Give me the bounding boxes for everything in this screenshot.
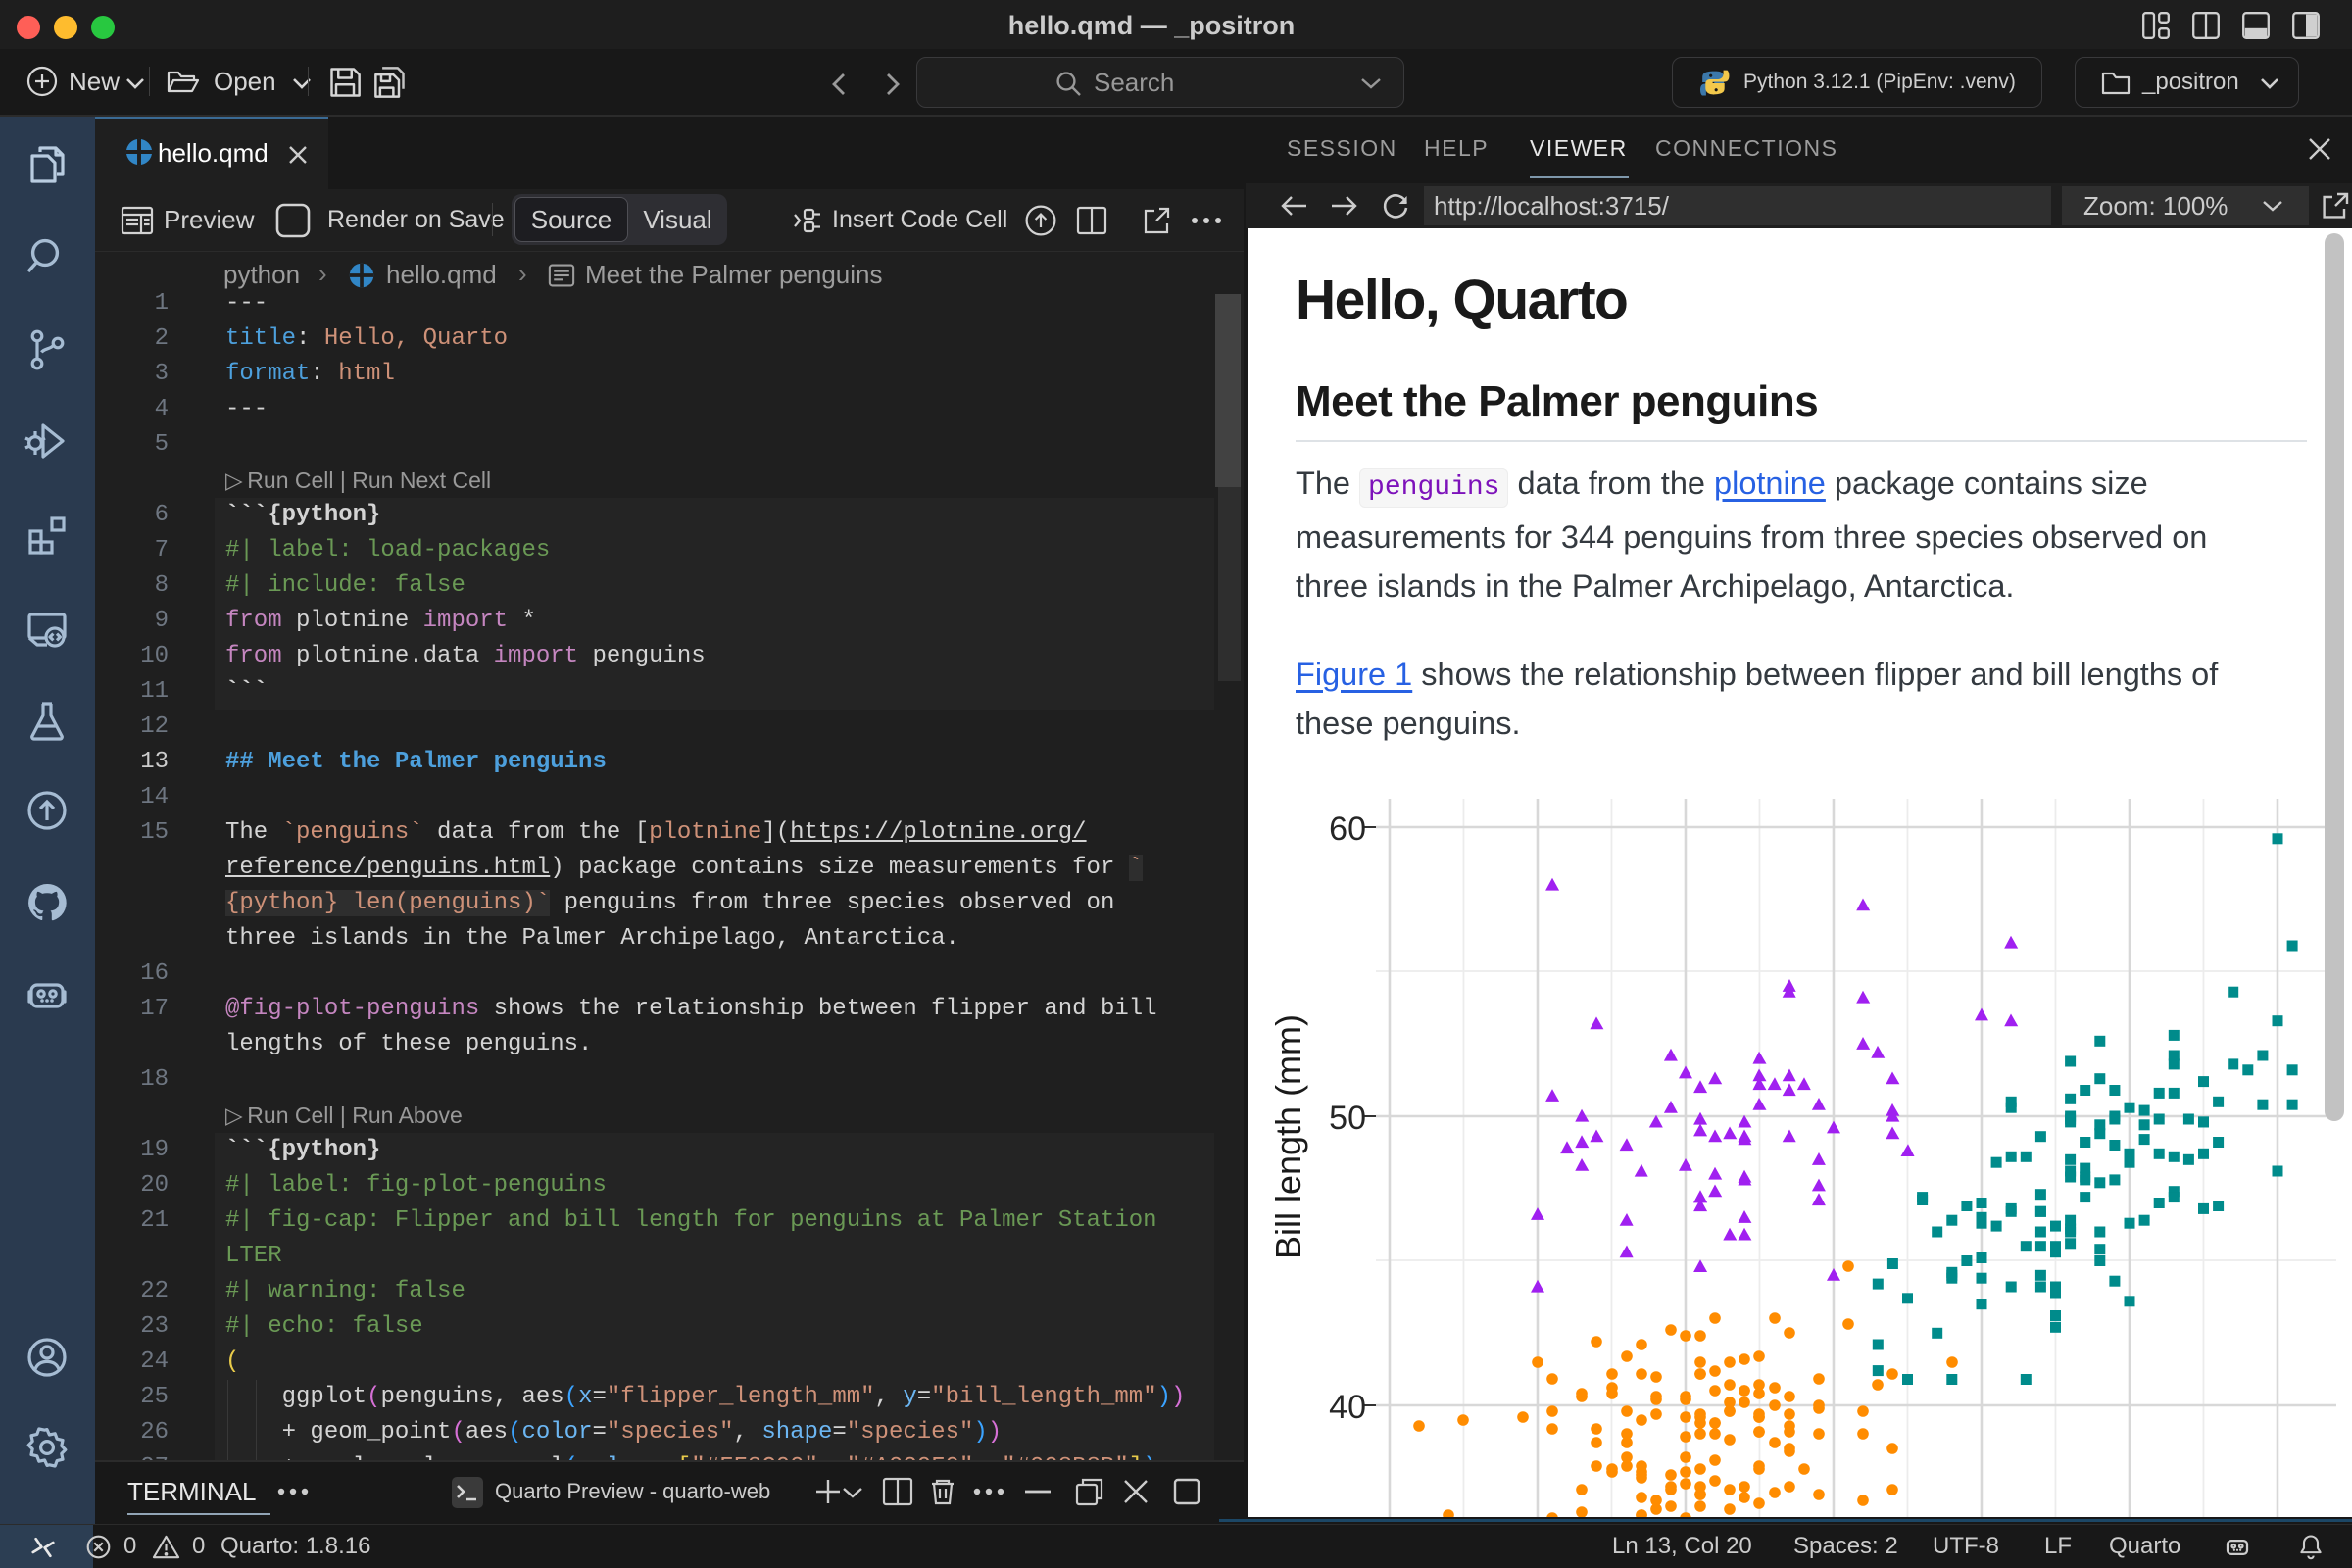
svg-text:50: 50	[1329, 1100, 1366, 1137]
svg-text:60: 60	[1329, 810, 1366, 848]
svg-text:Bill length (mm): Bill length (mm)	[1268, 1014, 1308, 1259]
svg-text:40: 40	[1329, 1389, 1366, 1426]
